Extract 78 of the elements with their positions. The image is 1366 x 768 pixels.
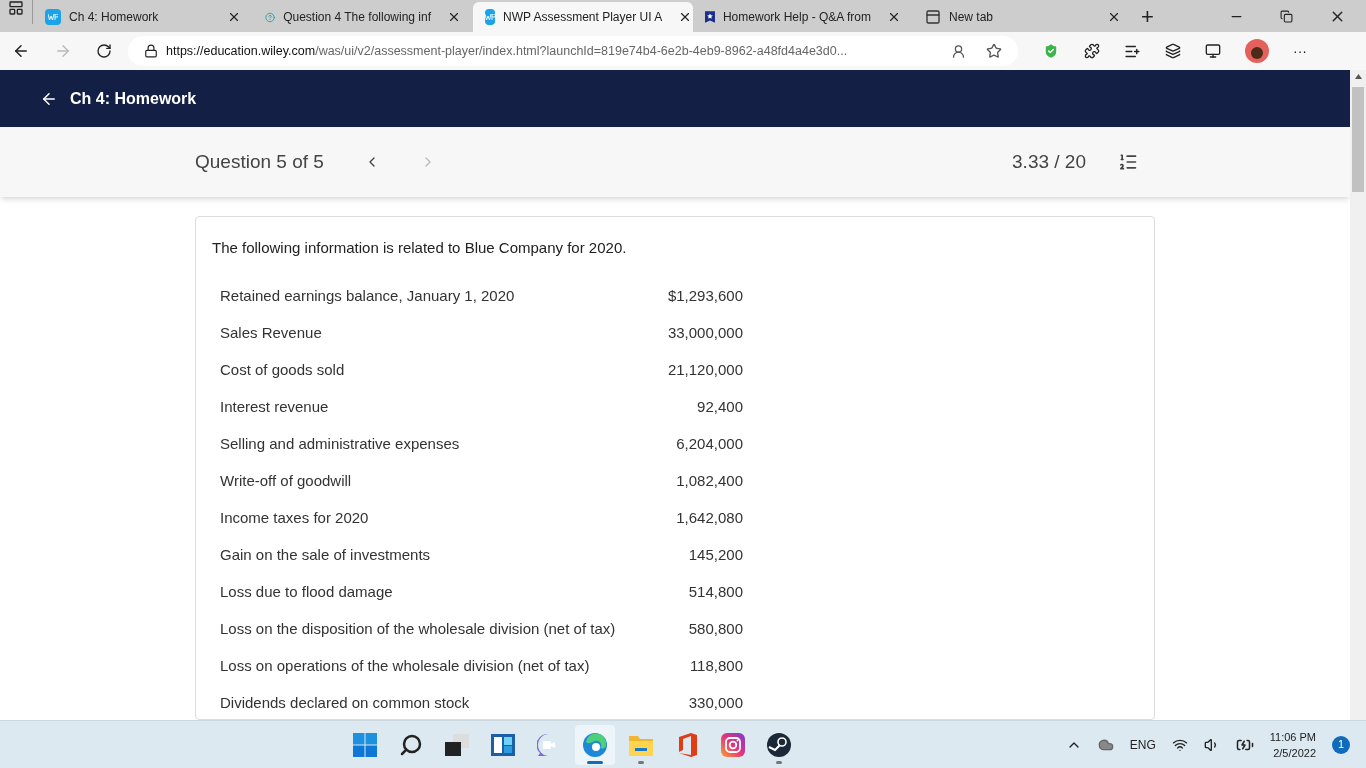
- close-tab-icon[interactable]: [447, 10, 461, 24]
- url-text: https://education.wiley.com/was/ui/v2/assessment-player/index.html?launchId=819e74b4-6e2b-4eb9-8962-a48fd4a4e3d0...: [166, 42, 849, 60]
- question-list-icon[interactable]: [1118, 152, 1138, 172]
- browser-tab[interactable]: Question 4 The following inf: [253, 2, 473, 32]
- item-amount: 21,120,000: [666, 359, 743, 380]
- close-tab-icon[interactable]: [887, 10, 901, 24]
- wp-logo-icon: [485, 9, 495, 25]
- browser-tab[interactable]: Homework Help - Q&A from: [693, 2, 913, 32]
- extensions-icon[interactable]: [1084, 43, 1100, 59]
- windows-start-icon: [352, 732, 377, 757]
- new-tab-button[interactable]: +: [1133, 2, 1162, 32]
- item-amount: 1,642,080: [675, 507, 743, 528]
- item-label: Selling and administrative expenses: [220, 433, 461, 454]
- item-amount: 580,800: [687, 618, 743, 639]
- search-icon: [398, 732, 423, 757]
- item-label: Cost of goods sold: [220, 359, 346, 380]
- restore-icon[interactable]: [1280, 9, 1293, 23]
- item-label: Loss on operations of the wholesale division (net of tax): [220, 655, 591, 676]
- score: 3.33 / 20: [1012, 149, 1086, 174]
- profile-avatar[interactable]: [1245, 39, 1269, 63]
- item-label: Loss on the disposition of the wholesale division (net of tax): [220, 618, 617, 639]
- browser-tab[interactable]: New tab: [913, 2, 1133, 32]
- item-amount: 1,082,400: [675, 470, 743, 491]
- close-tab-icon[interactable]: [1107, 10, 1121, 24]
- browser-tab[interactable]: Ch 4: Homework: [33, 2, 253, 32]
- more-button[interactable]: ···: [1293, 44, 1307, 58]
- item-label: Interest revenue: [220, 396, 330, 417]
- clock[interactable]: 11:06 PM 2/5/2022: [1269, 728, 1316, 761]
- item-amount: 514,800: [687, 581, 743, 602]
- browser-tab[interactable]: NWP Assessment Player UI A: [473, 2, 693, 32]
- item-amount: 330,000: [687, 692, 743, 713]
- item-amount: 33,000,000: [666, 322, 743, 343]
- item-label: Income taxes for 2020: [220, 507, 370, 528]
- item-amount: $1,293,600: [666, 285, 743, 306]
- item-label: Gain on the sale of investments: [220, 544, 432, 565]
- item-label: Write-off of goodwill: [220, 470, 353, 491]
- item-label: Sales Revenue: [220, 322, 323, 343]
- item-label: Dividends declared on common stock: [220, 692, 471, 713]
- shield-star-icon: [705, 9, 715, 25]
- item-amount: 6,204,000: [675, 433, 743, 454]
- tab-title: New tab: [949, 9, 994, 26]
- office-icon: [676, 732, 697, 757]
- scrollbar-thumb[interactable]: [1352, 87, 1364, 192]
- steam-icon: [766, 732, 791, 757]
- item-amount: 145,200: [687, 544, 743, 565]
- person-icon[interactable]: [951, 43, 966, 59]
- browser-essentials-icon[interactable]: [1205, 43, 1221, 59]
- tab-title: Ch 4: Homework: [69, 9, 159, 26]
- question-intro: The following information is related to Blue Company for 2020.: [212, 238, 628, 258]
- assignment-title[interactable]: Ch 4: Homework: [70, 86, 197, 111]
- new-tab-page-icon: [925, 9, 941, 25]
- scrollbar[interactable]: [1350, 70, 1366, 720]
- collections-icon[interactable]: [1165, 43, 1181, 59]
- widgets-icon: [490, 733, 515, 756]
- notification-badge[interactable]: 1: [1332, 735, 1350, 754]
- tab-title: Question 4 The following inf: [283, 9, 431, 26]
- item-amount: 118,800: [688, 655, 743, 676]
- question-position: Question 5 of 5: [195, 149, 324, 174]
- wp-logo-icon: [45, 9, 61, 25]
- item-amount: 92,400: [696, 396, 743, 417]
- tab-title: NWP Assessment Player UI A: [503, 9, 663, 26]
- folder-icon: [628, 733, 653, 756]
- reload-icon[interactable]: [96, 43, 112, 59]
- shield-check-icon[interactable]: [1042, 42, 1060, 60]
- input-language[interactable]: ENG: [1129, 735, 1156, 754]
- instagram-icon: [720, 732, 745, 757]
- favorite-add-icon[interactable]: [986, 43, 1002, 59]
- scroll-up-icon[interactable]: [1354, 74, 1362, 79]
- back-icon[interactable]: [12, 42, 30, 60]
- tab-title: Homework Help - Q&A from: [722, 9, 871, 26]
- tab-actions-icon[interactable]: [8, 0, 24, 16]
- edge-browser-icon: [581, 731, 608, 758]
- lock-icon: [144, 44, 158, 58]
- close-tab-icon[interactable]: [227, 10, 241, 24]
- item-label: Retained earnings balance, January 1, 2020: [220, 285, 516, 306]
- address-bar[interactable]: https://education.wiley.com/was/ui/v2/assessment-player/index.html?launchId=819e74b4-6e2b-4eb9-8962-a48fd4a4e3d0...: [128, 36, 1018, 66]
- item-label: Loss due to flood damage: [220, 581, 394, 602]
- task-view-icon: [444, 733, 469, 756]
